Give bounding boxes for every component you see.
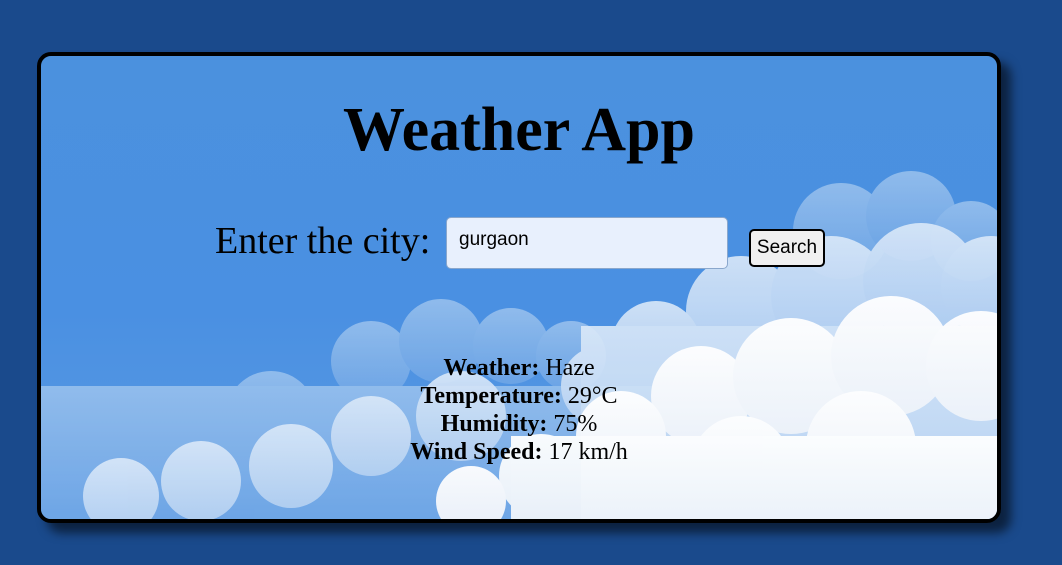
- weather-card: Weather App Enter the city: Search Weath…: [37, 52, 1001, 523]
- page-title: Weather App: [343, 96, 695, 164]
- city-label: Enter the city:: [215, 220, 431, 262]
- wind-speed-value: 17 km/h: [548, 439, 628, 465]
- humidity-value: 75%: [553, 411, 598, 437]
- weather-row: Weather: Haze: [41, 354, 997, 382]
- temperature-label: Temperature:: [420, 383, 562, 409]
- humidity-row: Humidity: 75%: [41, 410, 997, 438]
- city-input[interactable]: [446, 217, 728, 269]
- wind-speed-label: Wind Speed:: [410, 439, 543, 465]
- temperature-row: Temperature: 29°C: [41, 382, 997, 410]
- weather-info: Weather: Haze Temperature: 29°C Humidity…: [41, 354, 997, 466]
- weather-value: Haze: [545, 355, 595, 381]
- weather-label: Weather:: [443, 355, 540, 381]
- search-button[interactable]: Search: [749, 229, 825, 267]
- temperature-value: 29°C: [567, 383, 618, 409]
- wind-speed-row: Wind Speed: 17 km/h: [41, 438, 997, 466]
- humidity-label: Humidity:: [440, 411, 548, 437]
